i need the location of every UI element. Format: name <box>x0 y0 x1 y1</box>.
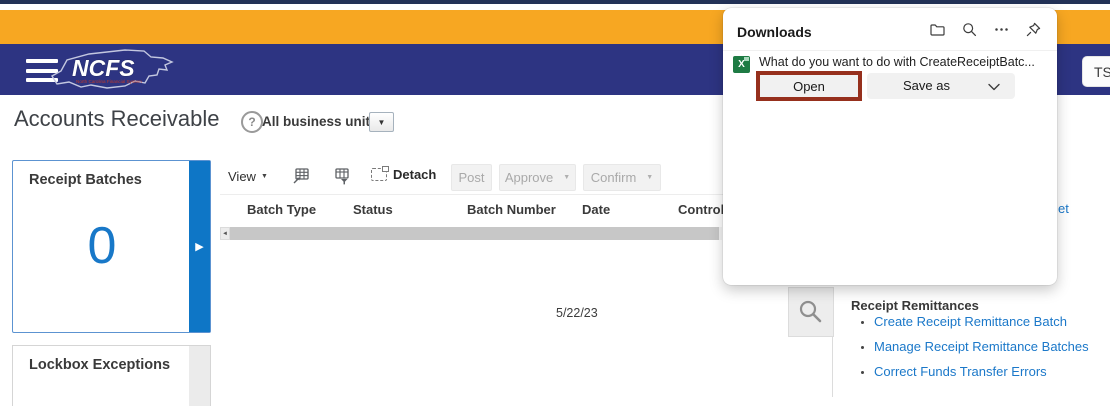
tasks-link-list: Create Receipt Remittance Batch Manage R… <box>860 314 1110 389</box>
tile-title: Receipt Batches <box>29 172 142 188</box>
tile-title: Lockbox Exceptions <box>29 357 171 373</box>
view-label: View <box>228 169 256 184</box>
column-header-batch-type[interactable]: Batch Type <box>247 202 316 217</box>
task-link-manage-receipt-remittance-batches[interactable]: Manage Receipt Remittance Batches <box>874 339 1089 354</box>
confirm-split-button[interactable]: Confirm ▼ <box>583 164 661 191</box>
downloads-popup-title: Downloads <box>737 24 812 40</box>
post-button[interactable]: Post <box>451 164 492 191</box>
chevron-down-icon: ▼ <box>563 174 571 181</box>
save-as-split-button[interactable]: Save as <box>867 73 1015 99</box>
scrollbar-left-arrow[interactable]: ◄ <box>220 227 230 240</box>
chevron-down-icon: ▼ <box>260 173 268 180</box>
tile-expand-strip[interactable]: ▶ <box>189 161 210 332</box>
ncfs-logo: NCFS North Carolina Financial System <box>51 49 174 89</box>
tasks-section-heading: Receipt Remittances <box>851 298 979 313</box>
tasks-panel-divider <box>832 337 833 397</box>
query-by-example-icon[interactable] <box>332 166 352 186</box>
table-row-date-value: 5/22/23 <box>556 306 598 320</box>
search-icon <box>799 300 822 323</box>
approve-split-button[interactable]: Approve ▼ <box>499 164 576 191</box>
view-menu-button[interactable]: View ▼ <box>228 169 268 184</box>
save-as-label: Save as <box>903 78 950 93</box>
search-downloads-icon[interactable] <box>961 21 978 38</box>
horizontal-scrollbar-thumb[interactable] <box>230 227 719 240</box>
post-label: Post <box>458 170 485 185</box>
logo-text: NCFS <box>72 55 135 81</box>
more-options-icon[interactable] <box>993 21 1010 38</box>
business-units-label: All business units <box>262 114 378 129</box>
user-initials-badge[interactable]: TS <box>1082 56 1110 87</box>
toolbar-divider <box>220 194 786 195</box>
tasks-search-button[interactable] <box>788 287 834 337</box>
help-icon[interactable]: ? <box>241 111 263 133</box>
receipt-batches-tile[interactable]: Receipt Batches 0 ▶ <box>12 160 211 333</box>
business-units-dropdown[interactable]: ▼ <box>369 112 394 132</box>
export-to-excel-icon[interactable] <box>291 166 311 186</box>
screen: NCFS North Carolina Financial System TS … <box>0 0 1110 406</box>
column-header-date[interactable]: Date <box>582 202 610 217</box>
task-list-item: Create Receipt Remittance Batch <box>874 314 1110 329</box>
detach-label: Detach <box>393 167 437 182</box>
detach-button[interactable]: Detach <box>371 166 437 182</box>
column-header-status[interactable]: Status <box>353 202 393 217</box>
page-title: Accounts Receivable <box>14 106 220 131</box>
user-initials: TS <box>1094 63 1110 80</box>
excel-file-icon: X <box>733 56 750 73</box>
downloads-popup-toolbar <box>929 21 1042 38</box>
receipt-batches-count: 0 <box>87 217 117 275</box>
column-header-control[interactable]: Control <box>678 202 724 217</box>
confirm-label: Confirm <box>590 170 637 185</box>
task-link-create-receipt-remittance-batch[interactable]: Create Receipt Remittance Batch <box>874 314 1067 329</box>
task-list-item: Correct Funds Transfer Errors <box>874 364 1110 379</box>
download-prompt-text: What do you want to do with CreateReceip… <box>759 55 1035 69</box>
column-header-batch-number[interactable]: Batch Number <box>467 202 556 217</box>
task-list-item: Manage Receipt Remittance Batches <box>874 339 1110 354</box>
browser-top-edge <box>0 0 1110 4</box>
popup-header-divider <box>723 50 1057 51</box>
approve-label: Approve <box>504 170 554 185</box>
lockbox-exceptions-tile[interactable]: Lockbox Exceptions <box>12 345 211 406</box>
chevron-down-icon[interactable] <box>987 82 1001 92</box>
help-glyph: ? <box>248 115 256 129</box>
logo-subtitle: North Carolina Financial System <box>76 79 142 84</box>
detach-icon <box>371 166 389 181</box>
task-link-correct-funds-transfer-errors[interactable]: Correct Funds Transfer Errors <box>874 364 1047 379</box>
scroll-left-icon: ◄ <box>222 230 228 237</box>
play-arrow-icon: ▶ <box>195 241 204 253</box>
open-label: Open <box>793 78 825 94</box>
partially-hidden-task-link[interactable]: et <box>1058 201 1069 216</box>
open-downloads-folder-icon[interactable] <box>929 21 946 38</box>
tile-strip <box>189 346 210 406</box>
chevron-down-icon: ▼ <box>646 174 654 181</box>
open-button[interactable]: Open <box>756 71 862 101</box>
pin-icon[interactable] <box>1025 21 1042 38</box>
downloads-popup: Downloads X What do you want to do with … <box>723 8 1057 285</box>
chevron-down-icon: ▼ <box>377 117 386 127</box>
